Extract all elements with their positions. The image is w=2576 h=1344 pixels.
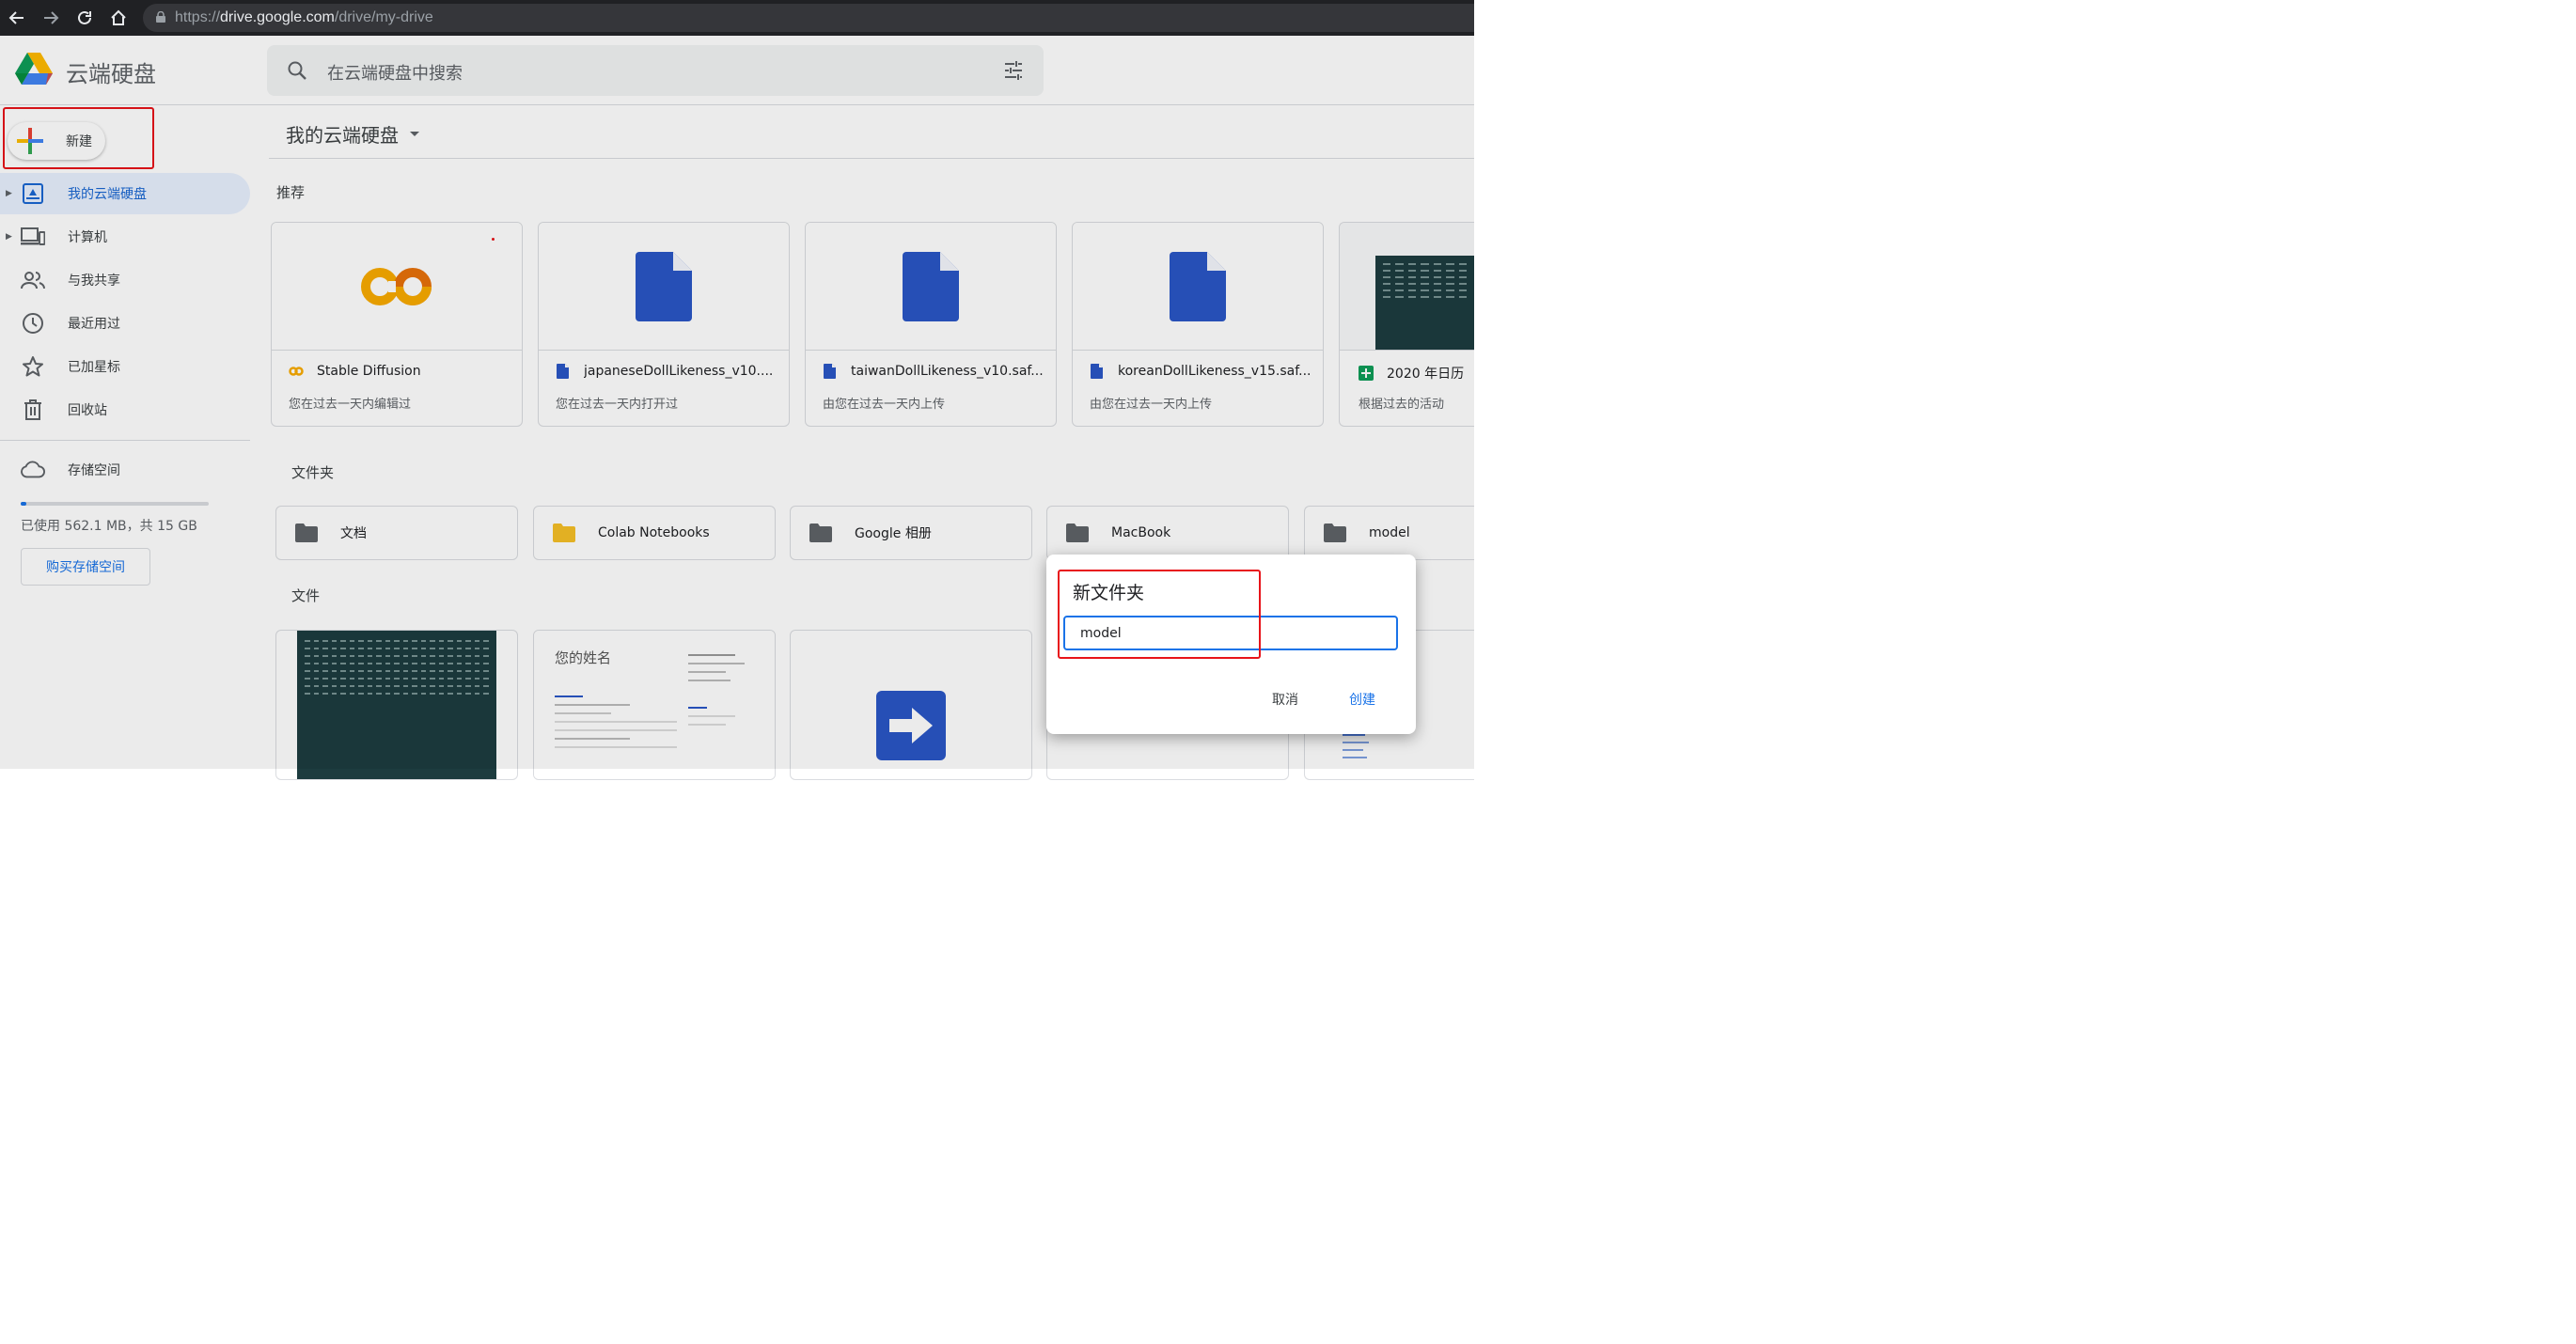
url-path: /drive/my-drive [334, 9, 433, 25]
create-button[interactable]: 创建 [1349, 690, 1375, 709]
url-scheme: https:// [175, 9, 221, 25]
url-host: drive.google.com [220, 9, 335, 25]
cancel-button[interactable]: 取消 [1272, 690, 1298, 709]
address-bar[interactable]: https://drive.google.com/drive/my-drive [143, 4, 1474, 32]
url-text: https://drive.google.com/drive/my-drive [175, 9, 433, 26]
back-icon[interactable] [0, 0, 34, 36]
lock-icon [156, 10, 165, 25]
highlight-box-dialog [1058, 570, 1261, 659]
home-icon[interactable] [102, 0, 135, 36]
browser-toolbar: https://drive.google.com/drive/my-drive [0, 0, 1474, 36]
forward-icon[interactable] [34, 0, 68, 36]
reload-icon[interactable] [68, 0, 102, 36]
